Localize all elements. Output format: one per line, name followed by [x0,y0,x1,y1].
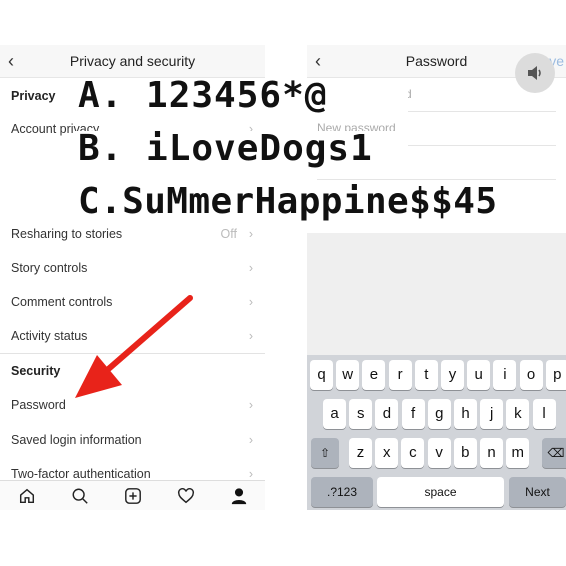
red-arrow [75,295,193,398]
